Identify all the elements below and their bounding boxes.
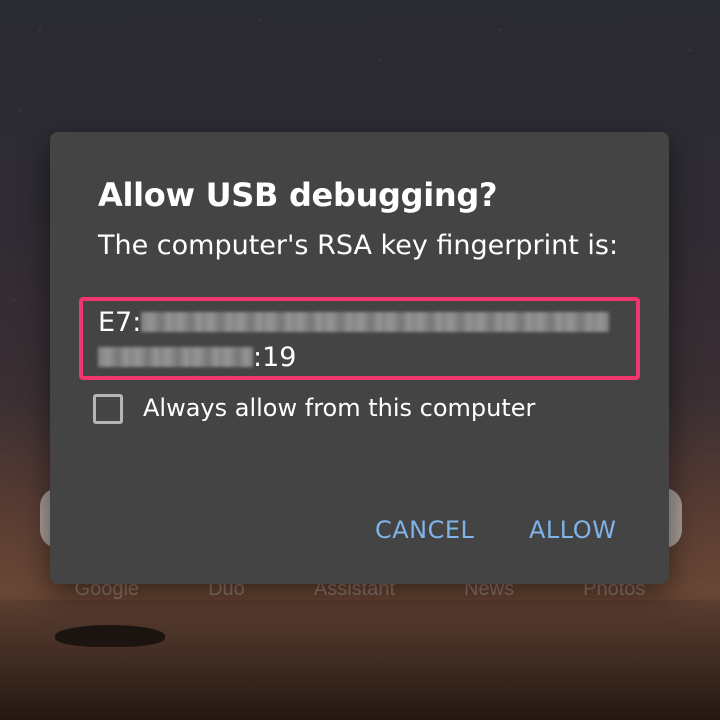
wallpaper-rock <box>55 625 165 647</box>
fingerprint-suffix: :19 <box>253 341 297 373</box>
always-allow-label[interactable]: Always allow from this computer <box>143 394 535 422</box>
fingerprint-redacted-1 <box>141 312 610 332</box>
fingerprint-line-2: :19 <box>98 339 296 375</box>
usb-debugging-dialog: Allow USB debugging? The computer's RSA … <box>50 132 669 584</box>
allow-button[interactable]: ALLOW <box>529 516 616 544</box>
fingerprint-redacted-2 <box>98 347 253 367</box>
always-allow-checkbox[interactable] <box>93 394 123 424</box>
fingerprint-line-1: E7: <box>98 304 610 340</box>
wallpaper-sea <box>0 600 720 720</box>
dialog-message: The computer's RSA key fingerprint is: <box>98 230 619 261</box>
fingerprint-prefix: E7: <box>98 306 142 338</box>
dialog-title: Allow USB debugging? <box>98 176 498 214</box>
cancel-button[interactable]: CANCEL <box>375 516 474 544</box>
